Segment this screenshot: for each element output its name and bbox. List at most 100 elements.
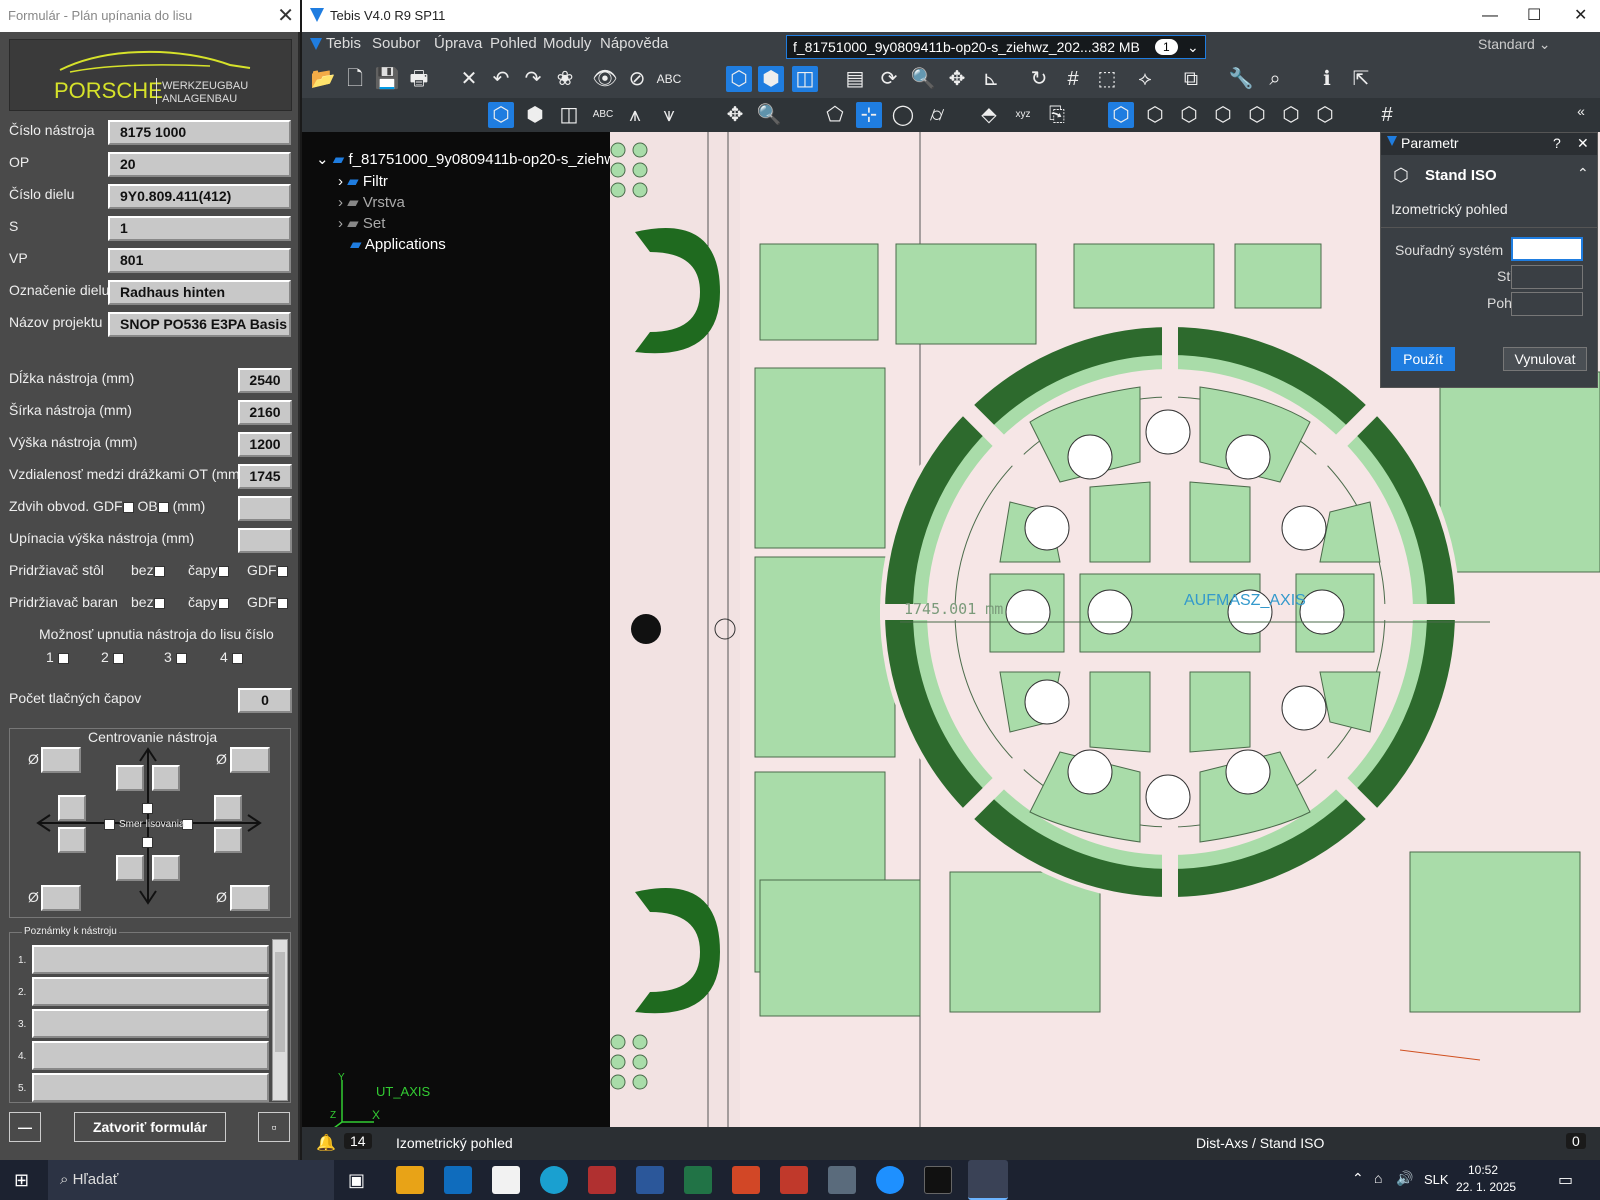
collapse-up-icon[interactable]: ⌃ [1577,165,1589,182]
edge-icon[interactable] [540,1166,568,1194]
snipping-tool-icon[interactable] [780,1166,808,1194]
network-app-icon[interactable] [876,1166,904,1194]
rotate-icon[interactable]: ↻ [1026,66,1052,92]
maximize-icon[interactable]: ☐ [1527,0,1541,32]
ob-checkbox[interactable] [157,501,169,513]
save-icon[interactable]: 💾 [374,66,400,92]
wrench-icon[interactable]: 🔧 [1228,66,1254,92]
top-view-icon[interactable]: ⬡ [1278,102,1304,128]
tree-item-layer[interactable]: › ▰ Vrstva [338,193,405,211]
note-field[interactable] [32,1041,269,1070]
slot-distance-field[interactable]: 1745 [238,464,292,489]
tebis-menu-icon[interactable] [310,38,322,50]
frame-icon[interactable]: ⬚ [1094,66,1120,92]
center-left-bottom-field[interactable] [58,827,86,853]
calculator-icon[interactable] [828,1166,856,1194]
circle-icon[interactable]: ◯ [890,102,916,128]
orbit-icon[interactable]: ⬠ [822,102,848,128]
notepad-icon[interactable] [492,1166,520,1194]
xyz-icon[interactable]: xyz [1010,102,1036,128]
s-field[interactable]: 1 [108,216,291,241]
close-icon[interactable]: ✕ [1574,0,1587,32]
center-left-top-field[interactable] [58,795,86,821]
workspace-select[interactable]: Standard ⌄ [1478,32,1550,56]
left-view-icon[interactable]: ⬡ [1210,102,1236,128]
note-field[interactable] [32,977,269,1006]
param-close-icon[interactable]: ✕ [1577,135,1589,152]
clock-date[interactable]: 22. 1. 2025 [1456,1180,1516,1194]
center-bottom-left-field[interactable] [116,855,144,881]
tebis-taskbar-icon[interactable] [968,1160,1008,1200]
tree-item-applications[interactable]: ▰ Applications [350,235,446,253]
grid-icon[interactable]: # [1060,66,1086,92]
network-icon[interactable]: ⌂ [1374,1170,1382,1186]
pins-field[interactable]: 0 [238,688,292,713]
holder-ram-capy-checkbox[interactable] [217,597,229,609]
press-dir-up-checkbox[interactable] [142,803,153,814]
tray-chevron-icon[interactable]: ⌃ [1352,1170,1364,1187]
holder-table-gdf-checkbox[interactable] [276,565,288,577]
stroke-field[interactable] [238,496,292,521]
file-explorer-icon[interactable] [396,1166,424,1194]
bottom-view-icon[interactable]: ⬡ [1312,102,1338,128]
close-icon[interactable]: ✕ [277,0,294,32]
powerpoint-icon[interactable] [732,1166,760,1194]
help-pointer-icon[interactable]: ⇱ [1348,66,1374,92]
center-right-bottom-field[interactable] [214,827,242,853]
file-tab[interactable]: f_81751000_9y0809411b-op20-s_ziehwz_202.… [786,35,1206,59]
project-name-field[interactable]: SNOP PO536 E3PA Basis [108,312,291,337]
part-designation-field[interactable]: Radhaus hinten [108,280,291,305]
tool-number-field[interactable]: 8175 1000 [108,120,291,145]
notifications-icon[interactable]: ▭ [1558,1170,1573,1190]
press-dir-down-checkbox[interactable] [142,837,153,848]
menu-view[interactable]: Pohled [490,32,537,56]
undo-icon[interactable]: ↶ [488,66,514,92]
restore-button[interactable]: ▫ [258,1112,290,1142]
hide-tree-off-icon[interactable]: ⩛ [656,102,682,128]
label-abc-icon[interactable]: ABC [590,102,616,128]
note-field[interactable] [32,1073,269,1102]
view-input[interactable] [1511,292,1583,316]
gdf-checkbox[interactable] [122,501,134,513]
dimension-icon[interactable]: ⊹ [856,102,882,128]
word-icon[interactable] [636,1166,664,1194]
iso-view-icon[interactable]: ⬡ [1108,102,1134,128]
press-2-checkbox[interactable] [112,652,124,664]
redo-icon[interactable]: ↷ [520,66,546,92]
press-1-checkbox[interactable] [57,652,69,664]
open-icon[interactable]: 📂 [310,66,336,92]
show-icon[interactable]: 👁 [592,66,618,92]
shaded-edges-icon[interactable]: ⬢ [758,66,784,92]
minimize-icon[interactable]: — [1482,0,1498,32]
menu-file[interactable]: Soubor [372,32,420,56]
shaded-view-icon[interactable]: ⬡ [726,66,752,92]
diameter-bl-field[interactable] [41,885,81,911]
reset-button[interactable]: Vynulovat [1503,347,1587,371]
annotation-icon[interactable]: ⎘ [1044,102,1070,128]
note-field[interactable] [32,945,269,974]
clamp-height-field[interactable] [238,528,292,553]
task-view-icon[interactable]: ▣ [348,1166,376,1194]
wireframe-icon[interactable]: ◫ [792,66,818,92]
menu-modules[interactable]: Moduly [543,32,591,56]
vp-field[interactable]: 801 [108,248,291,273]
right-view-icon[interactable]: ⬡ [1244,102,1270,128]
holder-table-bez-checkbox[interactable] [153,565,165,577]
volume-icon[interactable]: 🔊 [1396,1170,1413,1187]
diameter-br-field[interactable] [230,885,270,911]
center-input[interactable] [1511,265,1583,289]
grid-view-icon[interactable]: # [1374,102,1400,128]
close-file-icon[interactable]: 🗋 [342,66,368,92]
press-4-checkbox[interactable] [231,652,243,664]
tool-width-field[interactable]: 2160 [238,400,292,425]
notes-scrollbar[interactable] [272,939,288,1101]
menu-help[interactable]: Nápověda [600,32,668,56]
search-text-icon[interactable]: ⌕ [1262,66,1288,92]
zoom-view-icon[interactable]: 🔍 [756,102,782,128]
press-dir-left-checkbox[interactable] [104,819,115,830]
center-right-top-field[interactable] [214,795,242,821]
hide-icon[interactable]: ⊘ [624,66,650,92]
access-icon[interactable] [588,1166,616,1194]
regenerate-icon[interactable]: ⟳ [876,66,902,92]
diameter-tl-field[interactable] [41,747,81,773]
